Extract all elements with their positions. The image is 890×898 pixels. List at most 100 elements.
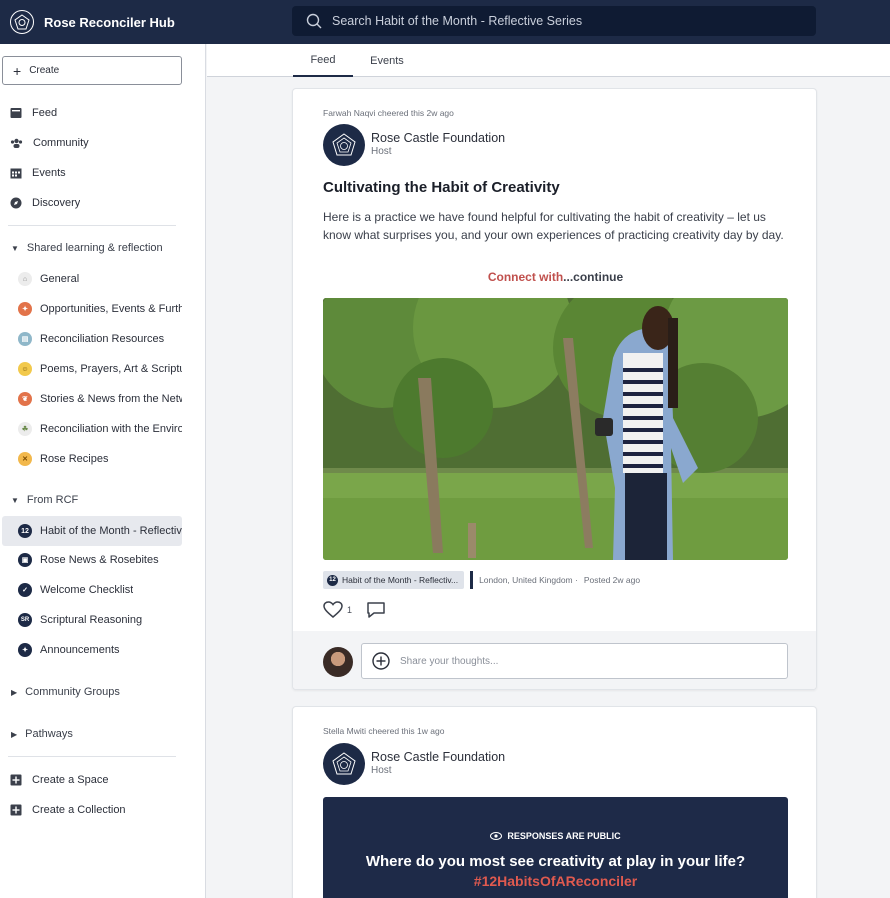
space-stories-news[interactable]: ❦ Stories & News from the Network [2, 385, 182, 413]
sidebar-item-community[interactable]: Community [0, 129, 190, 157]
search-input[interactable]: Search Habit of the Month - Reflective S… [292, 6, 816, 36]
comment-icon[interactable] [366, 601, 386, 619]
prompt-question: Where do you most see creativity at play… [365, 853, 746, 870]
sidebar-item-label: Community [33, 137, 89, 149]
caret-down-icon: ▼ [11, 495, 19, 505]
plus-icon: + [13, 62, 22, 79]
host-name[interactable]: Rose Castle Foundation [371, 750, 505, 764]
space-chip-label: Habit of the Month - Reflectiv... [342, 575, 459, 585]
create-space-button[interactable]: Create a Space [0, 766, 190, 794]
space-poems-prayers[interactable]: ☺ Poems, Prayers, Art & Scripture [2, 355, 182, 383]
sidebar-item-events[interactable]: Events [0, 159, 190, 187]
user-avatar[interactable] [323, 647, 353, 677]
group-label: From RCF [26, 494, 79, 506]
prompt-banner[interactable]: RESPONSES ARE PUBLIC Where do you most s… [323, 797, 788, 898]
host-avatar[interactable] [323, 743, 365, 785]
space-reconciliation-resources[interactable]: ▤ Reconciliation Resources [2, 325, 182, 353]
space-general[interactable]: ⌂ General [2, 265, 182, 293]
rose-logo-icon [10, 10, 34, 34]
space-label: Rose News & Rosebites [40, 554, 159, 566]
megaphone-icon: ✦ [18, 643, 32, 657]
brand[interactable]: Rose Reconciler Hub [0, 10, 290, 34]
space-chip[interactable]: 12 Habit of the Month - Reflectiv... [323, 571, 465, 589]
caret-down-icon: ▼ [11, 243, 19, 253]
number-12-icon: 12 [327, 574, 338, 586]
host-name[interactable]: Rose Castle Foundation [371, 131, 505, 145]
space-rose-news[interactable]: ▣ Rose News & Rosebites [2, 546, 182, 574]
space-label: Opportunities, Events & Further [40, 303, 182, 315]
compass-icon [10, 197, 22, 209]
post-location: London, United Kingdom · [479, 575, 578, 585]
host-avatar[interactable] [323, 124, 365, 166]
group-shared-learning[interactable]: ▼ Shared learning & reflection [0, 236, 190, 260]
sidebar-item-feed[interactable]: Feed [0, 99, 190, 127]
add-circle-icon[interactable] [372, 652, 390, 670]
post-meta: 12 Habit of the Month - Reflectiv... Lon… [323, 571, 640, 589]
comment-placeholder: Share your thoughts... [400, 655, 499, 667]
utensils-icon: ✕ [18, 452, 32, 466]
smile-icon: ☺ [18, 362, 32, 376]
group-from-rcf[interactable]: ▼ From RCF [0, 488, 190, 512]
flower-icon: ❦ [18, 392, 32, 406]
space-label: Stories & News from the Network [40, 393, 182, 405]
tab-label: Events [370, 54, 404, 67]
sidebar-divider [8, 756, 176, 757]
calendar-icon [10, 168, 22, 179]
group-label: Shared learning & reflection [26, 242, 163, 254]
group-label: Pathways [25, 728, 73, 740]
space-announcements[interactable]: ✦ Announcements [2, 636, 182, 664]
comment-input[interactable]: Share your thoughts... [361, 643, 788, 679]
sidebar-item-label: Feed [32, 107, 58, 119]
public-notice-label: RESPONSES ARE PUBLIC [507, 831, 621, 841]
post-card: Stella Mwiti cheered this 1w ago Rose Ca… [292, 706, 817, 898]
tab-feed[interactable]: Feed [293, 44, 353, 77]
search-placeholder: Search Habit of the Month - Reflective S… [332, 14, 583, 28]
caret-right-icon: ▶ [11, 687, 18, 697]
space-label: Habit of the Month - Reflective Series [40, 525, 182, 537]
host-role: Host [371, 765, 392, 776]
search-icon [306, 13, 322, 29]
space-label: General [40, 273, 80, 285]
post-image[interactable] [323, 298, 788, 560]
eye-icon [490, 832, 503, 840]
cheer-text: Farwah Naqvi cheered this 2w ago [323, 108, 454, 118]
space-label: Welcome Checklist [40, 584, 134, 596]
space-rose-recipes[interactable]: ✕ Rose Recipes [2, 445, 182, 473]
create-collection-label: Create a Collection [32, 804, 126, 816]
space-opportunities[interactable]: ✦ Opportunities, Events & Further [2, 295, 182, 323]
group-pathways[interactable]: ▶ Pathways [0, 722, 190, 746]
space-habit-of-the-month[interactable]: 12 Habit of the Month - Reflective Serie… [2, 516, 182, 546]
heart-icon[interactable] [323, 601, 343, 619]
continue-reading[interactable]: Connect with...continue [293, 270, 816, 284]
prompt-hashtag[interactable]: #12HabitsOfAReconciler [323, 873, 788, 889]
sidebar-item-label: Discovery [32, 197, 81, 209]
space-label: Scriptural Reasoning [40, 614, 143, 626]
connect-with-link[interactable]: Connect with [488, 270, 563, 284]
space-label: Rose Recipes [40, 453, 109, 465]
post-title[interactable]: Cultivating the Habit of Creativity [323, 179, 560, 196]
space-label: Announcements [40, 644, 120, 656]
check-icon: ✓ [18, 583, 32, 597]
group-community-groups[interactable]: ▶ Community Groups [0, 680, 190, 704]
plus-square-icon [10, 804, 22, 816]
space-welcome-checklist[interactable]: ✓ Welcome Checklist [2, 576, 182, 604]
create-label: Create [29, 65, 60, 76]
newspaper-icon: ▣ [18, 553, 32, 567]
create-space-label: Create a Space [32, 774, 109, 786]
create-collection-button[interactable]: Create a Collection [0, 796, 190, 824]
create-button[interactable]: + Create [2, 56, 182, 85]
reaction-bar: 1 [323, 601, 386, 619]
tab-events[interactable]: Events [357, 44, 417, 77]
rose-logo-icon [332, 752, 356, 775]
sidebar-item-discovery[interactable]: Discovery [0, 189, 190, 217]
space-environment[interactable]: ☘ Reconciliation with the Environment [2, 415, 182, 443]
post-photo [323, 298, 788, 560]
post-time: Posted 2w ago [583, 575, 641, 585]
post-card: Farwah Naqvi cheered this 2w ago Rose Ca… [292, 88, 817, 690]
post-body: Here is a practice we have found helpful… [323, 210, 784, 242]
tab-label: Feed [310, 53, 336, 66]
feed-icon [10, 108, 22, 118]
space-label: Poems, Prayers, Art & Scripture [40, 363, 182, 375]
continue-link[interactable]: ...continue [563, 270, 623, 284]
space-scriptural-reasoning[interactable]: SR Scriptural Reasoning [2, 606, 182, 634]
